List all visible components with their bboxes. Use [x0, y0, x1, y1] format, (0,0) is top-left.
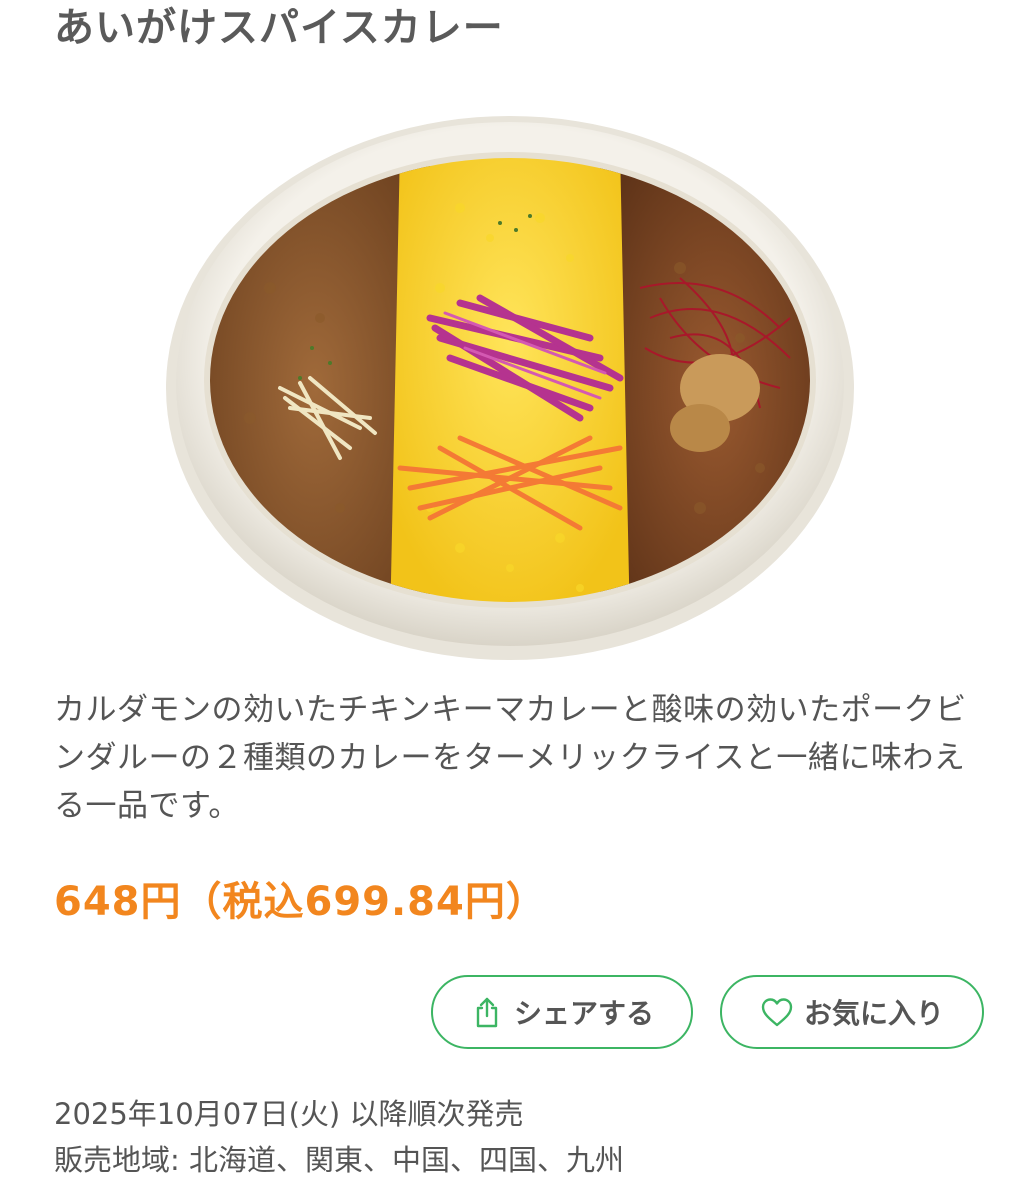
share-button[interactable]: シェアする	[431, 975, 693, 1049]
release-date: 2025年10月07日(火) 以降順次発売	[54, 1097, 524, 1131]
favorite-button-label: お気に入り	[803, 997, 944, 1030]
product-image	[160, 88, 860, 668]
product-price: 648円（税込699.84円）	[54, 879, 547, 925]
sales-region: 販売地域: 北海道、関東、中国、四国、九州	[54, 1143, 624, 1177]
heart-icon	[760, 995, 794, 1029]
share-icon	[470, 995, 504, 1029]
favorite-button[interactable]: お気に入り	[720, 975, 984, 1049]
product-description: カルダモンの効いたチキンキーマカレーと酸味の効いたポークビンダルーの２種類のカレ…	[54, 692, 967, 824]
product-title: あいがけスパイスカレー	[54, 5, 504, 51]
share-button-label: シェアする	[513, 997, 654, 1030]
